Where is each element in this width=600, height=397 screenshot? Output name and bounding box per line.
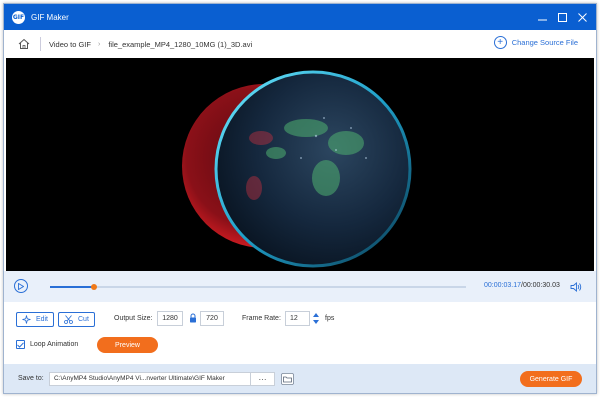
loop-animation-toggle[interactable]: Loop Animation: [16, 340, 78, 349]
timecode: 00:00:03.17/00:00:30.03: [484, 282, 560, 289]
edit-button[interactable]: Edit: [16, 312, 54, 327]
save-path-field[interactable]: C:\AnyMP4 Studio\AnyMP4 Vi...nverter Ult…: [49, 372, 275, 386]
scissors-icon: [64, 315, 73, 324]
gif-settings-panel: Edit Cut Output Size: 1280 720 Frame Rat…: [4, 302, 596, 364]
browse-button[interactable]: ···: [250, 373, 274, 385]
gif-maker-window: GIF GIF Maker Video to GIF › file_exampl…: [3, 3, 597, 394]
maximize-icon[interactable]: [552, 7, 572, 27]
earth-frame-image: [6, 58, 594, 271]
cut-button[interactable]: Cut: [58, 312, 95, 327]
breadcrumb-file-name: file_example_MP4_1280_10MG (1)_3D.avi: [108, 39, 253, 49]
timeline-track[interactable]: [50, 284, 466, 290]
generate-gif-button[interactable]: Generate GIF: [520, 371, 582, 387]
preview-button[interactable]: Preview: [97, 337, 158, 353]
chevron-right-icon: ›: [97, 40, 101, 48]
cut-label: Cut: [78, 316, 89, 323]
fps-label: fps: [325, 315, 335, 322]
output-width-input[interactable]: 1280: [157, 311, 183, 326]
edit-icon: [22, 315, 31, 324]
timeline-progress: [50, 286, 95, 288]
frame-rate-input[interactable]: 12: [285, 311, 310, 326]
output-height-input[interactable]: 720: [200, 311, 224, 326]
change-source-label: Change Source File: [511, 38, 578, 47]
playback-controls: 00:00:03.17/00:00:30.03: [4, 271, 596, 302]
output-size-label: Output Size:: [114, 315, 153, 322]
total-time: 00:00:30.03: [522, 282, 560, 289]
window-title: GIF Maker: [31, 12, 69, 22]
change-source-button[interactable]: + Change Source File: [493, 36, 578, 49]
breadcrumb-bar: Video to GIF › file_example_MP4_1280_10M…: [4, 30, 596, 58]
timeline-handle[interactable]: [91, 284, 98, 290]
folder-icon[interactable]: [281, 373, 294, 385]
save-path-text: C:\AnyMP4 Studio\AnyMP4 Vi...nverter Ult…: [54, 375, 225, 382]
plus-icon: +: [493, 36, 507, 49]
volume-icon[interactable]: [570, 281, 582, 293]
spinner-arrows-icon[interactable]: [312, 311, 320, 326]
window-controls: [532, 4, 592, 30]
save-footer: Save to: C:\AnyMP4 Studio\AnyMP4 Vi...nv…: [4, 364, 596, 393]
frame-rate-label: Frame Rate:: [242, 315, 281, 322]
video-preview[interactable]: [6, 58, 594, 271]
loop-animation-label: Loop Animation: [30, 341, 79, 348]
breadcrumb-video-to-gif[interactable]: Video to GIF: [49, 40, 91, 49]
nav-divider: [40, 37, 41, 51]
current-time: 00:00:03.17: [484, 282, 521, 289]
save-to-label: Save to:: [18, 375, 44, 382]
home-icon[interactable]: [18, 38, 30, 50]
check-icon: [17, 341, 24, 348]
title-bar: GIF GIF Maker: [4, 4, 596, 30]
play-icon[interactable]: [14, 279, 28, 293]
lock-icon[interactable]: [189, 313, 197, 323]
loop-checkbox[interactable]: [16, 340, 25, 349]
app-logo-icon: GIF: [12, 10, 25, 24]
close-icon[interactable]: [572, 7, 592, 27]
app-logo-text: GIF: [12, 13, 25, 21]
minimize-icon[interactable]: [532, 7, 552, 27]
edit-label: Edit: [35, 316, 48, 323]
